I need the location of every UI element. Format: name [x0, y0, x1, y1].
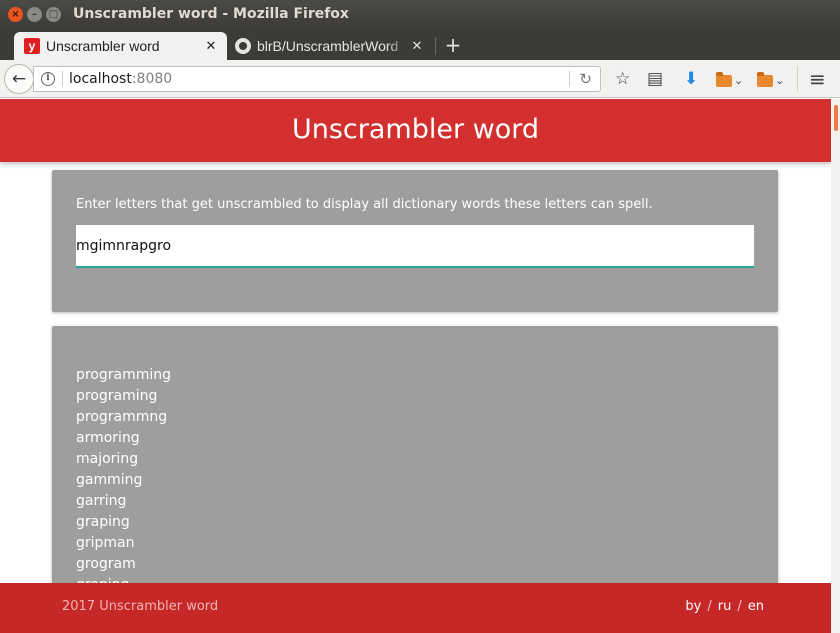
- tab-divider: [435, 37, 436, 55]
- result-word: gripman: [76, 535, 135, 551]
- toolbar-divider: [797, 66, 798, 92]
- folder-icon: [757, 72, 773, 87]
- lang-link-ru[interactable]: ru: [718, 599, 732, 614]
- result-word: grogram: [76, 556, 136, 572]
- letters-input[interactable]: [76, 225, 754, 268]
- tab-close-icon[interactable]: ✕: [409, 38, 425, 54]
- result-word: programing: [76, 388, 158, 404]
- tab-label: blrB/UnscramblerWord: [257, 38, 399, 54]
- result-word: garring: [76, 493, 127, 509]
- footer: 2017 Unscrambler word by / ru / en: [0, 583, 831, 633]
- url-text[interactable]: localhost:8080: [69, 71, 172, 87]
- new-tab-button[interactable]: +: [443, 31, 463, 59]
- tab-label: Unscrambler word: [46, 38, 160, 54]
- tab-github-repo[interactable]: blrB/UnscramblerWord ✕: [229, 32, 433, 60]
- tab-strip: y Unscrambler word ✕ blrB/UnscramblerWor…: [0, 30, 840, 60]
- url-bar[interactable]: i localhost:8080 ↻: [33, 66, 601, 92]
- window-maximize-button[interactable]: □: [46, 7, 61, 22]
- language-switcher: by / ru / en: [685, 599, 764, 614]
- instructions-text: Enter letters that get unscrambled to di…: [76, 197, 653, 212]
- tab-unscrambler-word[interactable]: y Unscrambler word ✕: [14, 32, 227, 60]
- result-word: armoring: [76, 430, 140, 446]
- results-list: programming programing programmng armoring m…: [76, 365, 171, 596]
- lang-link-en[interactable]: en: [748, 599, 764, 614]
- library-folder-menu[interactable]: ⌄: [757, 69, 784, 89]
- url-divider: [62, 71, 63, 87]
- window-minimize-button[interactable]: –: [27, 7, 42, 22]
- yandex-favicon-icon: y: [24, 38, 40, 54]
- page-viewport: Unscrambler word Enter letters that get …: [0, 99, 831, 633]
- lang-separator: /: [707, 599, 712, 614]
- app-header: Unscrambler word: [0, 99, 831, 162]
- folder-icon: [716, 72, 732, 87]
- result-word: programming: [76, 367, 172, 383]
- back-button[interactable]: ←: [4, 64, 34, 94]
- chevron-down-icon: ⌄: [775, 74, 785, 87]
- result-word: graping: [76, 514, 130, 530]
- result-word: majoring: [76, 451, 139, 467]
- bookmark-star-icon[interactable]: ☆: [615, 69, 630, 89]
- reader-list-icon[interactable]: ▤: [647, 69, 663, 89]
- github-icon: [235, 38, 251, 54]
- reload-icon[interactable]: ↻: [579, 70, 592, 88]
- scrollbar-thumb[interactable]: [834, 105, 838, 131]
- window-title: Unscrambler word - Mozilla Firefox: [73, 6, 349, 22]
- url-port: :8080: [131, 71, 173, 87]
- lang-link-by[interactable]: by: [685, 599, 701, 614]
- bookmarks-folder-menu[interactable]: ⌄: [716, 69, 743, 89]
- page-scrollbar[interactable]: [831, 99, 840, 633]
- result-word: gamming: [76, 472, 143, 488]
- window-close-button[interactable]: ×: [8, 7, 23, 22]
- chevron-down-icon: ⌄: [734, 74, 744, 87]
- download-icon[interactable]: ⬇: [684, 69, 698, 89]
- result-word: programmng: [76, 409, 168, 425]
- page-title: Unscrambler word: [291, 114, 540, 145]
- input-card: Enter letters that get unscrambled to di…: [52, 170, 778, 312]
- info-icon[interactable]: i: [41, 72, 55, 86]
- url-host: localhost: [69, 71, 132, 87]
- url-divider: [569, 71, 570, 87]
- navigation-toolbar: ← i localhost:8080 ↻ ☆ ▤ ⬇ ⌄ ⌄ ≡: [0, 60, 840, 98]
- lang-separator: /: [737, 599, 742, 614]
- tab-close-icon[interactable]: ✕: [203, 38, 219, 54]
- hamburger-menu-icon[interactable]: ≡: [809, 69, 826, 89]
- window-titlebar: × – □ Unscrambler word - Mozilla Firefox: [0, 0, 840, 30]
- footer-copyright: 2017 Unscrambler word: [62, 599, 219, 614]
